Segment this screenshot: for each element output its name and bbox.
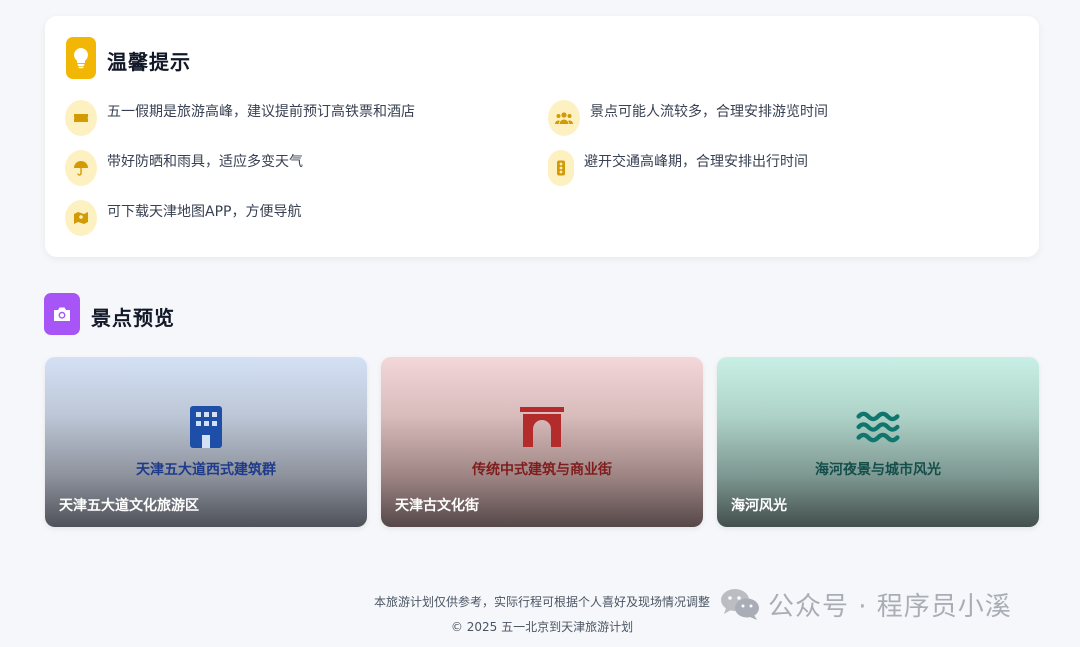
spot-caption: 海河夜景与城市风光 bbox=[815, 462, 941, 478]
tip-text: 带好防晒和雨具，适应多变天气 bbox=[107, 154, 303, 170]
tip-text: 景点可能人流较多，合理安排游览时间 bbox=[590, 104, 828, 120]
tip-item: 景点可能人流较多，合理安排游览时间 bbox=[548, 100, 828, 136]
spot-card-haihe[interactable]: 海河夜景与城市风光 海河风光 bbox=[717, 357, 1039, 527]
spot-name: 天津五大道文化旅游区 bbox=[59, 498, 199, 514]
tip-item: 五一假期是旅游高峰，建议提前预订高铁票和酒店 bbox=[65, 100, 415, 136]
tip-item: 带好防晒和雨具，适应多变天气 bbox=[65, 150, 303, 186]
traffic-light-icon bbox=[548, 150, 574, 186]
spot-name: 天津古文化街 bbox=[395, 498, 479, 514]
watermark: 公众号 · 程序员小溪 bbox=[720, 585, 1012, 623]
tips-title: 温馨提示 bbox=[107, 50, 191, 74]
wechat-icon bbox=[721, 589, 759, 620]
umbrella-icon bbox=[65, 150, 97, 186]
watermark-text: 公众号 · 程序员小溪 bbox=[768, 591, 1012, 622]
map-icon bbox=[65, 200, 97, 236]
preview-title: 景点预览 bbox=[91, 306, 175, 330]
water-waves-icon bbox=[856, 405, 900, 449]
tip-item: 避开交通高峰期，合理安排出行时间 bbox=[548, 150, 808, 186]
spot-caption: 传统中式建筑与商业街 bbox=[472, 462, 612, 478]
spot-name: 海河风光 bbox=[731, 498, 787, 514]
spot-caption: 天津五大道西式建筑群 bbox=[136, 462, 276, 478]
tips-card: 温馨提示 五一假期是旅游高峰，建议提前预订高铁票和酒店 景点可能人流较多，合理安… bbox=[45, 16, 1039, 257]
tip-text: 可下载天津地图APP，方便导航 bbox=[107, 204, 302, 220]
building-icon bbox=[184, 405, 228, 449]
people-icon bbox=[548, 100, 580, 136]
tip-item: 可下载天津地图APP，方便导航 bbox=[65, 200, 301, 236]
tip-text: 避开交通高峰期，合理安排出行时间 bbox=[584, 154, 808, 170]
tip-text: 五一假期是旅游高峰，建议提前预订高铁票和酒店 bbox=[107, 104, 415, 120]
lightbulb-icon bbox=[66, 37, 96, 79]
spot-card-ancient-culture-street[interactable]: 传统中式建筑与商业街 天津古文化街 bbox=[381, 357, 703, 527]
torii-gate-icon bbox=[520, 405, 564, 449]
ticket-icon bbox=[65, 100, 97, 136]
camera-icon bbox=[44, 293, 80, 335]
spot-card-wudadao[interactable]: 天津五大道西式建筑群 天津五大道文化旅游区 bbox=[45, 357, 367, 527]
